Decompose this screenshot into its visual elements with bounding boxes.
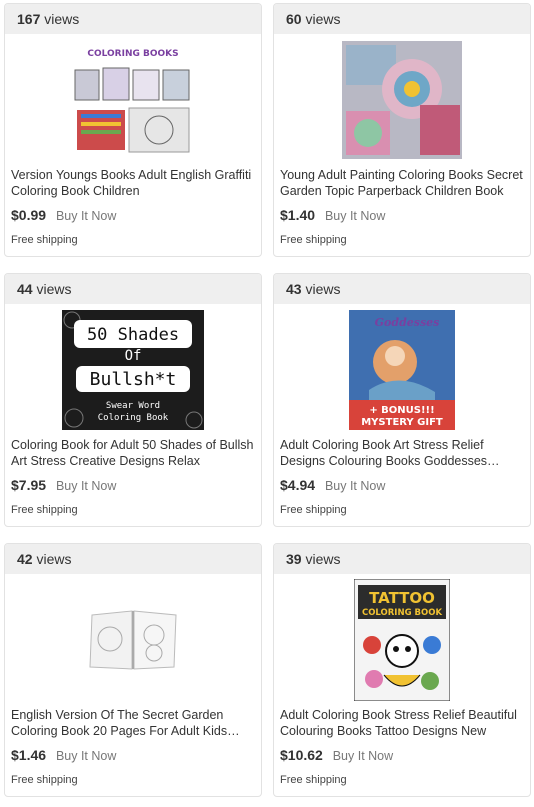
views-header: 60 views xyxy=(274,4,530,34)
listing-card[interactable]: 43 views Goddesses + BONUS!!! MYSTERY GI… xyxy=(273,273,531,527)
image-caption: MYSTERY GIFT xyxy=(361,417,443,428)
views-header: 167 views xyxy=(5,4,261,34)
price-row: $0.99 Buy It Now xyxy=(11,207,255,223)
image-caption: Swear Word xyxy=(106,401,160,411)
views-label: views xyxy=(36,281,72,297)
views-count: 44 xyxy=(17,281,33,297)
price-row: $1.40 Buy It Now xyxy=(280,207,524,223)
listing-price: $7.95 xyxy=(11,477,47,493)
product-image[interactable] xyxy=(5,580,261,700)
price-row: $7.95 Buy It Now xyxy=(11,477,255,493)
shipping-info: Free shipping xyxy=(280,774,347,786)
listing-price: $4.94 xyxy=(280,477,316,493)
views-header: 39 views xyxy=(274,544,530,574)
image-caption: COLORING BOOK xyxy=(362,608,442,618)
listing-card[interactable]: 167 views COLORING BOOKS Version Youngs … xyxy=(4,3,262,257)
views-label: views xyxy=(305,281,341,297)
views-label: views xyxy=(305,11,341,27)
shipping-info: Free shipping xyxy=(11,774,78,786)
image-caption: Coloring Book xyxy=(98,413,169,423)
listing-title[interactable]: Coloring Book for Adult 50 Shades of Bul… xyxy=(11,437,255,471)
listing-title[interactable]: Adult Coloring Book Art Stress Relief De… xyxy=(280,437,524,471)
buying-format: Buy It Now xyxy=(332,749,394,763)
product-image[interactable]: Goddesses + BONUS!!! MYSTERY GIFT xyxy=(274,310,530,430)
image-caption: Goddesses xyxy=(375,316,440,329)
views-count: 60 xyxy=(286,11,302,27)
listing-title[interactable]: English Version Of The Secret Garden Col… xyxy=(11,707,255,741)
views-count: 167 xyxy=(17,11,41,27)
views-header: 43 views xyxy=(274,274,530,304)
listing-title[interactable]: Version Youngs Books Adult English Graff… xyxy=(11,167,255,201)
shipping-info: Free shipping xyxy=(280,504,347,516)
listing-card[interactable]: 39 views TATTOO COLORING BOOK Adult Colo… xyxy=(273,543,531,797)
listing-title[interactable]: Adult Coloring Book Stress Relief Beauti… xyxy=(280,707,524,741)
image-caption: Bullsh*t xyxy=(90,369,177,390)
listing-title[interactable]: Young Adult Painting Coloring Books Secr… xyxy=(280,167,524,201)
views-label: views xyxy=(305,551,341,567)
image-caption: 50 Shades xyxy=(87,325,179,345)
views-count: 39 xyxy=(286,551,302,567)
product-image[interactable]: COLORING BOOKS xyxy=(5,40,261,160)
shipping-info: Free shipping xyxy=(11,234,78,246)
buying-format: Buy It Now xyxy=(324,479,386,493)
views-header: 44 views xyxy=(5,274,261,304)
buying-format: Buy It Now xyxy=(55,209,117,223)
shipping-info: Free shipping xyxy=(11,504,78,516)
listing-price: $0.99 xyxy=(11,207,47,223)
views-label: views xyxy=(36,551,72,567)
buying-format: Buy It Now xyxy=(324,209,386,223)
listing-card[interactable]: 44 views 50 Shades Of Bullsh*t Swear Wor… xyxy=(4,273,262,527)
product-image[interactable]: TATTOO COLORING BOOK xyxy=(274,579,530,701)
views-count: 42 xyxy=(17,551,33,567)
buying-format: Buy It Now xyxy=(55,479,117,493)
listing-card[interactable]: 60 views Young Adult Painting Coloring B… xyxy=(273,3,531,257)
buying-format: Buy It Now xyxy=(55,749,117,763)
image-caption: TATTOO xyxy=(369,589,435,607)
listing-price: $10.62 xyxy=(280,747,323,763)
views-header: 42 views xyxy=(5,544,261,574)
image-caption: Of xyxy=(125,348,142,364)
listing-card[interactable]: 42 views English Version Of The Secret G… xyxy=(4,543,262,797)
listing-price: $1.40 xyxy=(280,207,316,223)
views-count: 43 xyxy=(286,281,302,297)
listing-grid: 167 views COLORING BOOKS Version Youngs … xyxy=(0,0,534,807)
image-caption: COLORING BOOKS xyxy=(87,49,178,59)
price-row: $1.46 Buy It Now xyxy=(11,747,255,763)
price-row: $4.94 Buy It Now xyxy=(280,477,524,493)
shipping-info: Free shipping xyxy=(280,234,347,246)
listing-price: $1.46 xyxy=(11,747,47,763)
views-label: views xyxy=(44,11,80,27)
price-row: $10.62 Buy It Now xyxy=(280,747,524,763)
product-image[interactable] xyxy=(274,40,530,160)
product-image[interactable]: 50 Shades Of Bullsh*t Swear Word Colorin… xyxy=(5,310,261,430)
image-caption: + BONUS!!! xyxy=(369,405,434,416)
